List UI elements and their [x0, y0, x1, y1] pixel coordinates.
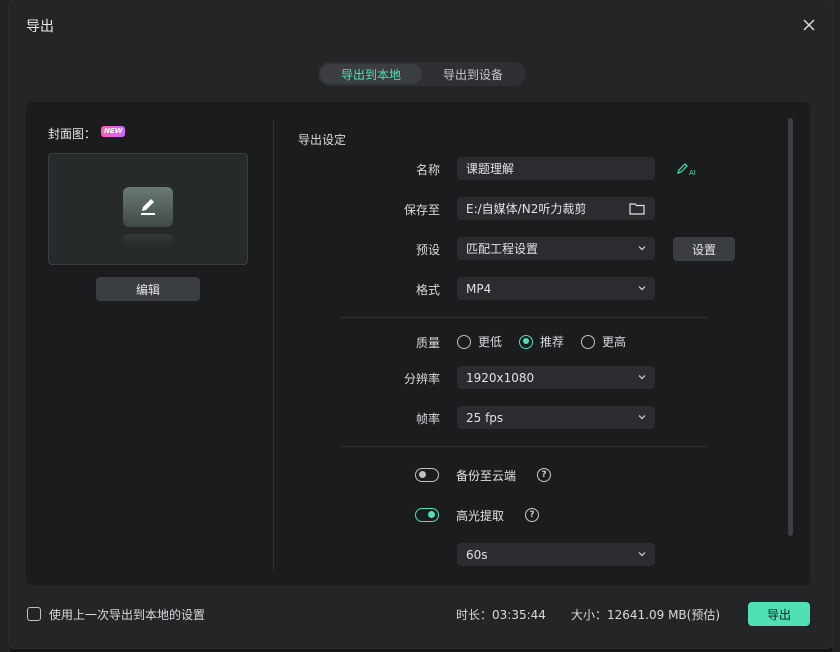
cover-icon-reflection [123, 234, 173, 248]
radio-icon [581, 334, 595, 349]
radio-icon [457, 334, 471, 349]
folder-icon[interactable] [629, 202, 645, 215]
name-label: 名称 [415, 163, 440, 177]
name-value: 课题理解 [466, 162, 515, 176]
export-tabs: 导出到本地 导出到设备 [318, 62, 526, 86]
tab-export-local[interactable]: 导出到本地 [320, 64, 422, 84]
quality-label: 质量 [415, 336, 440, 350]
save-to-label: 保存至 [403, 203, 440, 217]
resolution-value: 1920x1080 [466, 370, 535, 385]
quality-option-lower[interactable]: 更低 [457, 333, 502, 350]
radio-selected-icon [519, 334, 533, 349]
framerate-dropdown[interactable]: 25 fps [457, 406, 655, 429]
edit-cover-button[interactable]: 编辑 [96, 277, 200, 301]
cloud-backup-toggle[interactable] [415, 468, 439, 482]
close-icon[interactable] [799, 15, 819, 35]
preset-value: 匹配工程设置 [466, 242, 539, 256]
save-path-value: E:/自媒体/N2听力裁剪 [466, 202, 587, 216]
chevron-down-icon [638, 246, 646, 251]
duration-text: 时长：03:35:44 [456, 608, 546, 622]
resolution-dropdown[interactable]: 1920x1080 [457, 366, 655, 389]
highlight-toggle[interactable] [415, 508, 439, 522]
new-badge: NEW [101, 126, 126, 137]
size-text: 大小：12641.09 MB(预估) [571, 608, 721, 622]
background-right-strip [832, 0, 840, 652]
export-dialog: 导出 导出到本地 导出到设备 封面图： NEW 编辑 导出设定 名称 课题理解 … [9, 0, 833, 648]
remember-settings-label: 使用上一次导出到本地的设置 [49, 608, 206, 622]
preset-dropdown[interactable]: 匹配工程设置 [457, 237, 655, 260]
help-icon[interactable]: ? [525, 508, 539, 522]
chevron-down-icon [638, 415, 646, 420]
export-button[interactable]: 导出 [748, 602, 810, 626]
format-dropdown[interactable]: MP4 [457, 277, 655, 300]
save-path-field[interactable]: E:/自媒体/N2听力裁剪 [457, 197, 655, 220]
section-divider [340, 317, 708, 318]
quality-option-recommended[interactable]: 推荐 [519, 333, 564, 350]
tab-export-device[interactable]: 导出到设备 [422, 64, 524, 84]
vertical-divider [273, 120, 274, 570]
format-label: 格式 [415, 283, 440, 297]
edit-pencil-icon [123, 187, 173, 227]
help-icon[interactable]: ? [537, 468, 551, 482]
format-value: MP4 [466, 281, 492, 296]
chevron-down-icon [638, 286, 646, 291]
cloud-backup-label: 备份至云端 [456, 469, 517, 483]
settings-section-title: 导出设定 [298, 133, 347, 147]
framerate-value: 25 fps [466, 410, 504, 425]
quality-option-label: 推荐 [540, 335, 565, 349]
preset-label: 预设 [415, 243, 440, 257]
toggle-knob [419, 471, 426, 478]
remember-settings-checkbox[interactable] [27, 607, 41, 621]
quality-option-label: 更低 [478, 335, 503, 349]
quality-option-label: 更高 [602, 335, 627, 349]
resolution-label: 分辨率 [403, 372, 440, 386]
name-input[interactable]: 课题理解 [457, 157, 655, 180]
quality-option-higher[interactable]: 更高 [581, 333, 626, 350]
svg-text:AI: AI [689, 169, 696, 177]
preset-settings-button[interactable]: 设置 [673, 237, 735, 261]
section-divider [340, 446, 708, 447]
cover-thumbnail[interactable] [48, 153, 248, 265]
scrollbar[interactable] [788, 118, 793, 536]
highlight-duration-value: 60s [466, 547, 488, 562]
dialog-title: 导出 [26, 19, 54, 35]
chevron-down-icon [638, 375, 646, 380]
framerate-label: 帧率 [415, 412, 440, 426]
highlight-duration-dropdown[interactable]: 60s [457, 543, 655, 566]
cover-label: 封面图： [48, 127, 97, 141]
highlight-label: 高光提取 [456, 509, 505, 523]
ai-rename-icon[interactable]: AI [676, 161, 698, 177]
chevron-down-icon [638, 552, 646, 557]
toggle-knob [428, 511, 435, 518]
settings-panel: 封面图： NEW 编辑 导出设定 名称 课题理解 AI 保存至 E:/自媒体/N… [26, 102, 810, 585]
